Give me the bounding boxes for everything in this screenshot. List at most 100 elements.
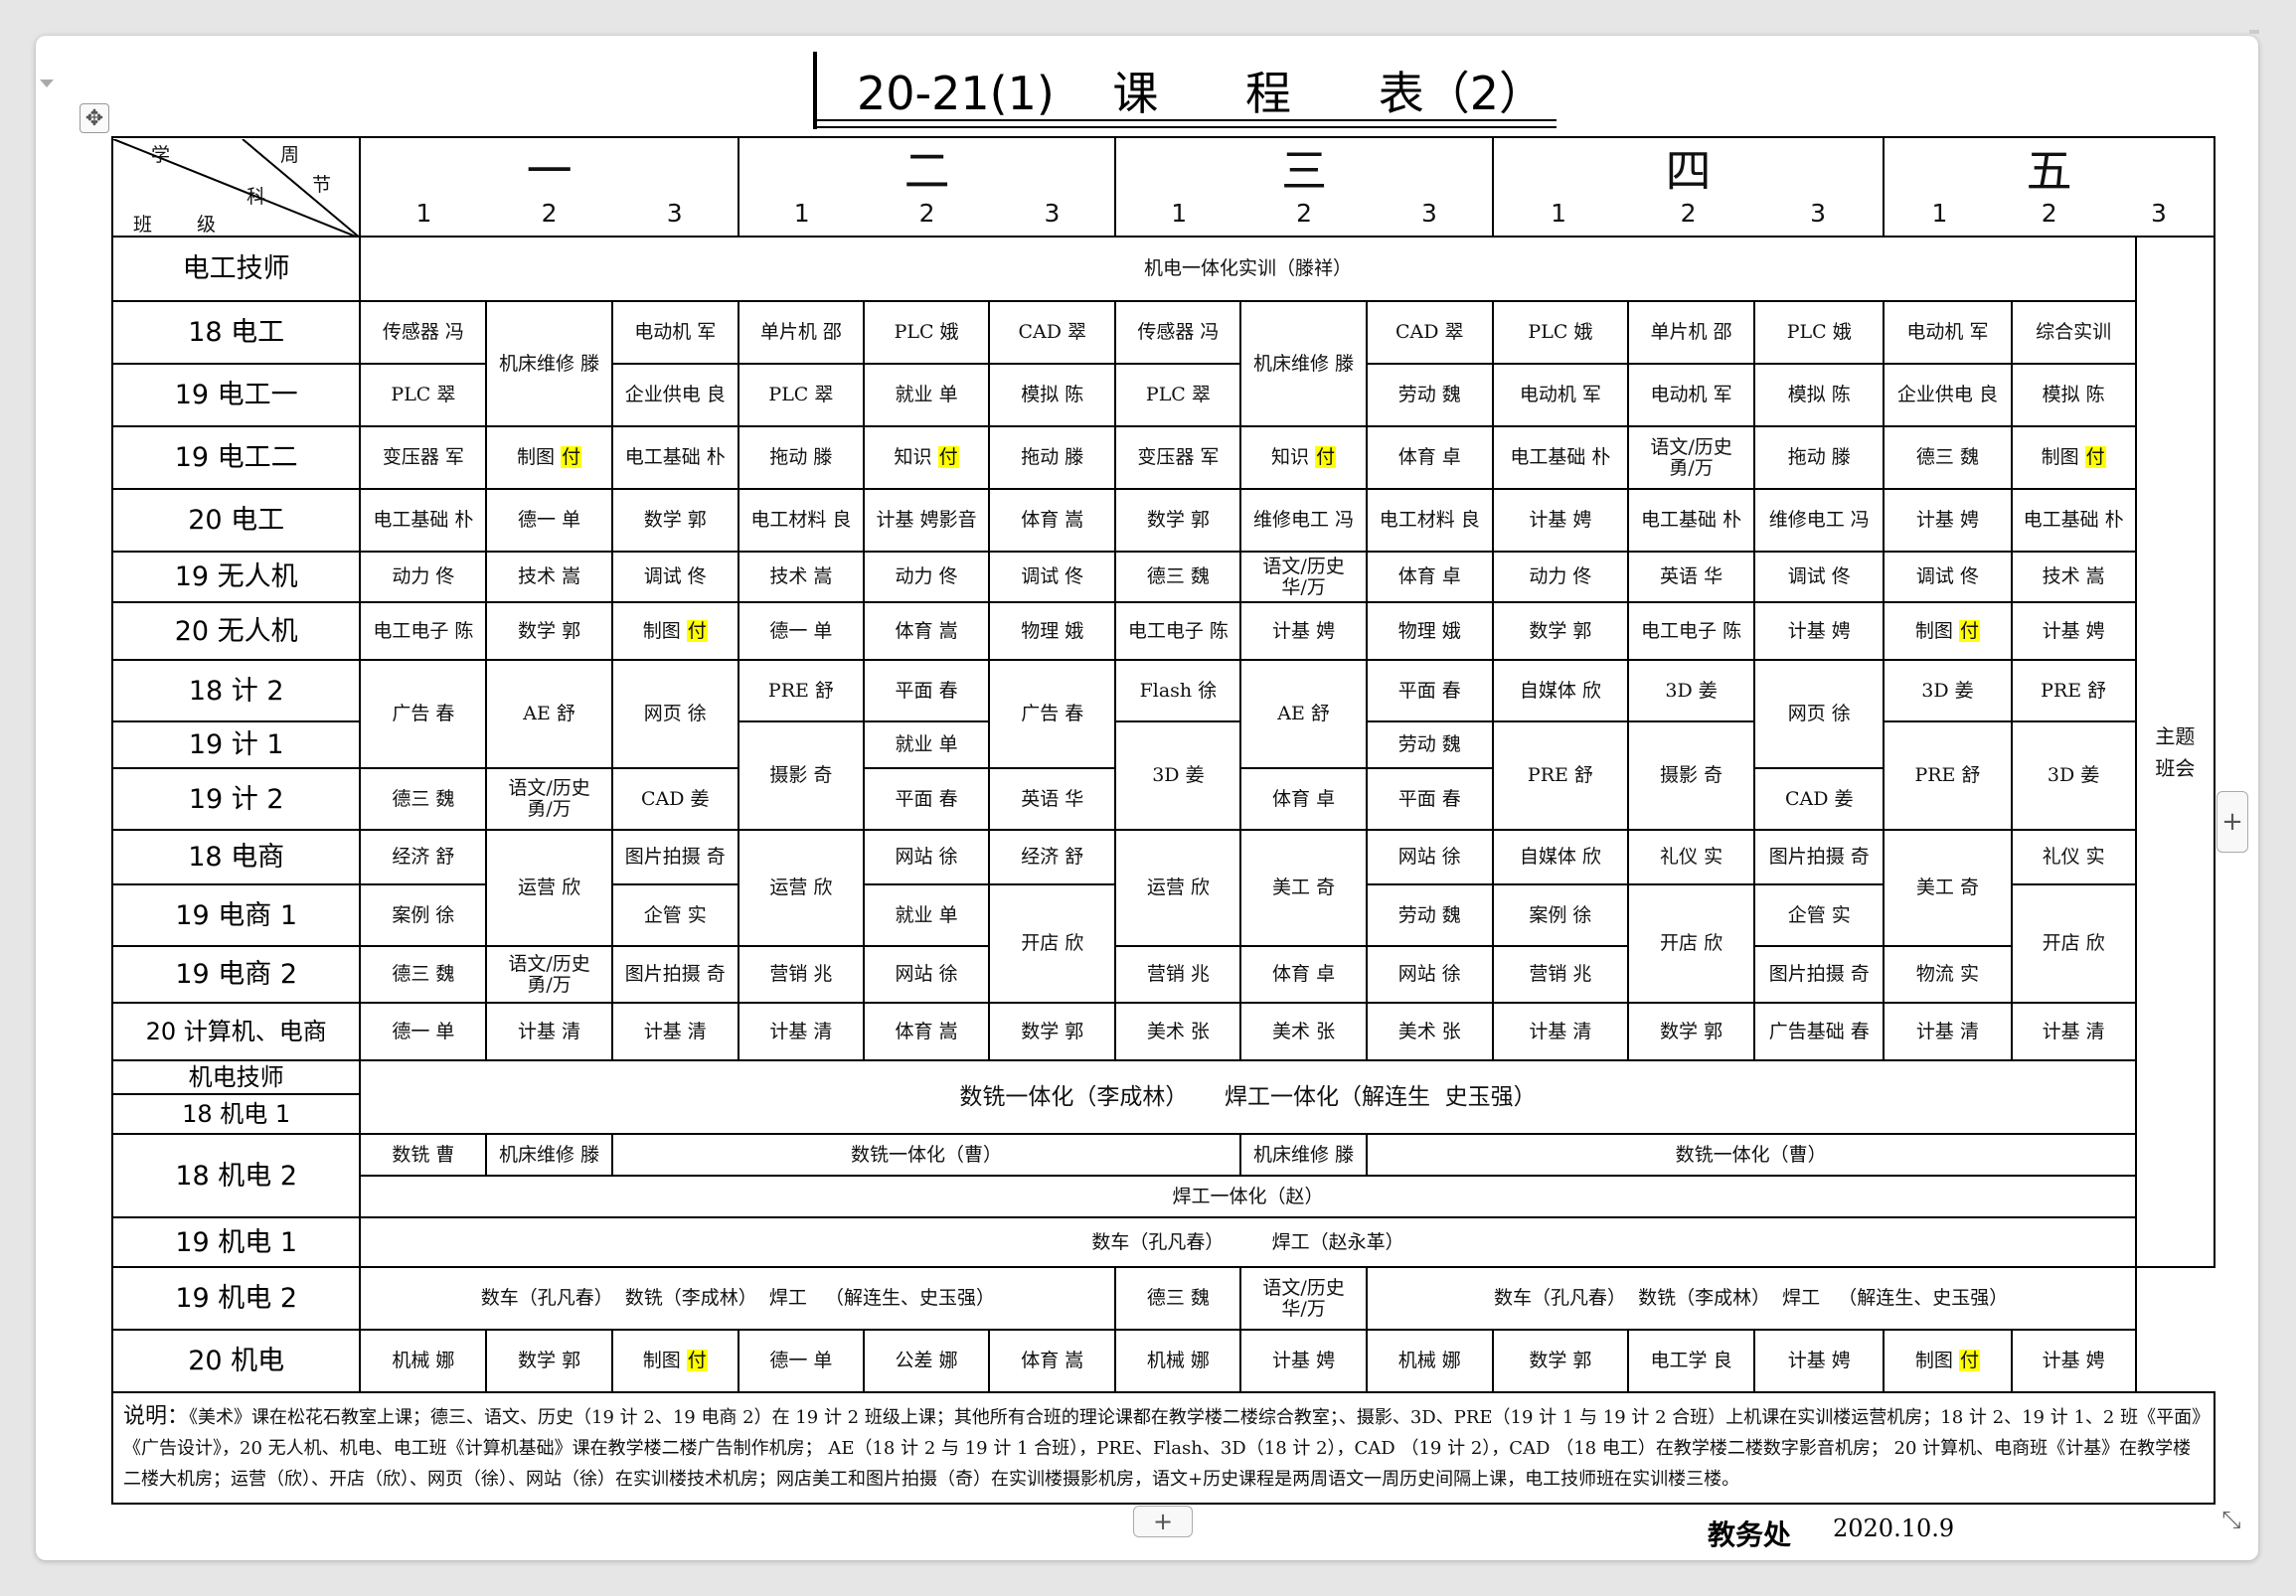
course-cell: 知识 付 <box>1239 425 1368 490</box>
course-cell: PLC 娥 <box>1491 300 1630 365</box>
class-label: 20 计算机、电商 <box>110 1002 362 1061</box>
highlight-mark: 付 <box>937 446 959 468</box>
course-cell: 调试 佟 <box>610 551 739 603</box>
course-cell: 拖动 滕 <box>1753 425 1886 490</box>
course-cell: 物理 娥 <box>1365 601 1494 661</box>
course-cell: 摄影 奇 <box>1626 720 1756 831</box>
course-cell: 美工 奇 <box>1239 829 1368 947</box>
course-cell: 模拟 陈 <box>2010 363 2137 427</box>
course-cell: 计基 娉 <box>2010 1329 2137 1393</box>
class-label: 20 电工 <box>110 488 362 553</box>
table-row: 机电技师 数铣一体化（李成林） 焊工一体化（解连生 史玉强） <box>110 1059 2214 1135</box>
course-cell: 计基 清 <box>1491 1002 1630 1061</box>
header-xue: 学 <box>151 144 171 166</box>
course-cell: 机床维修 滕 <box>1239 1133 1368 1177</box>
course-cell: PRE 舒 <box>737 659 865 722</box>
course-cell: 数学 郭 <box>1491 1329 1630 1393</box>
course-cell: 自媒体 欣 <box>1491 829 1630 885</box>
day-header-wed: 三123 <box>1114 136 1494 238</box>
course-cell: 语文/历史勇/万 <box>485 945 613 1004</box>
course-cell: 图片拍摄 奇 <box>610 829 739 885</box>
course-cell: 电工材料 良 <box>1365 488 1494 553</box>
course-cell: AE 舒 <box>485 659 613 769</box>
course-cell: 体育 嵩 <box>862 601 991 661</box>
course-cell: 英语 华 <box>988 767 1117 831</box>
course-cell: 广告 春 <box>988 659 1117 769</box>
class-label: 18 电工 <box>110 300 362 365</box>
course-cell: 营销 兆 <box>737 945 865 1004</box>
course-cell: 德一 单 <box>737 601 865 661</box>
course-cell: 网站 徐 <box>1365 945 1494 1004</box>
course-cell: 制图 付 <box>485 425 613 490</box>
course-cell: 物流 实 <box>1883 945 2013 1004</box>
text-cursor <box>813 52 817 129</box>
course-cell: 营销 兆 <box>1114 945 1242 1004</box>
course-cell: 体育 卓 <box>1239 767 1368 831</box>
class-label: 19 机电 2 <box>110 1266 362 1331</box>
table-row: 20 机电 机械 娜 数学 郭 制图 付 德一 单 公差 娜 体育 嵩 机械 娜… <box>110 1329 2214 1393</box>
course-cell: 计基 娉影音 <box>862 488 991 553</box>
course-cell: 体育 卓 <box>1365 425 1494 490</box>
table-row: 20 无人机 电工电子 陈 数学 郭 制图 付 德一 单 体育 嵩 物理 娥 电… <box>110 601 2214 661</box>
course-cell: 电工电子 陈 <box>1626 601 1756 661</box>
course-cell: 开店 欣 <box>988 883 1117 1004</box>
course-cell: AE 舒 <box>1239 659 1368 769</box>
course-cell: 企业供电 良 <box>610 363 739 427</box>
class-label: 电工技师 <box>110 236 362 302</box>
course-cell: 技术 嵩 <box>2010 551 2137 603</box>
course-cell: 维修电工 冯 <box>1239 488 1368 553</box>
table-row: 焊工一体化（赵） <box>112 1175 2214 1218</box>
class-label: 机电技师 <box>110 1059 362 1095</box>
header-row: 学 周 节 科 班 级 一123 二123 三123 四123 五123 <box>110 136 2215 238</box>
course-cell: 体育 嵩 <box>988 488 1117 553</box>
course-cell: 图片拍摄 奇 <box>1753 945 1886 1004</box>
course-cell: 体育 嵩 <box>988 1329 1117 1393</box>
course-cell: 计基 清 <box>2010 1002 2137 1061</box>
course-cell: 公差 娜 <box>862 1329 991 1393</box>
course-cell: 数铣一体化（李成林） 焊工一体化（解连生 史玉强） <box>359 1059 2137 1135</box>
course-cell: 运营 欣 <box>485 829 613 947</box>
course-cell: 图片拍摄 奇 <box>610 945 739 1004</box>
table-resize-icon[interactable]: ⤡ <box>2216 1505 2246 1534</box>
title-underline-2 <box>813 126 1557 128</box>
course-cell: 模拟 陈 <box>988 363 1117 427</box>
theme-meeting-cell: 主题班会 <box>2134 236 2216 1268</box>
course-cell: 数铣一体化（曹） <box>610 1133 1242 1177</box>
collapse-triangle-icon[interactable] <box>40 80 54 87</box>
course-cell: 数学 郭 <box>988 1002 1117 1061</box>
highlight-mark: 付 <box>686 1350 708 1371</box>
course-cell: 机械 娜 <box>1365 1329 1494 1393</box>
class-label: 20 机电 <box>110 1329 362 1393</box>
course-cell: 计基 清 <box>610 1002 739 1061</box>
course-cell: 数学 郭 <box>1114 488 1242 553</box>
course-cell: 平面 春 <box>862 659 991 722</box>
day-header-fri: 五123 <box>1883 136 2215 238</box>
course-cell: 电工基础 朴 <box>359 488 488 553</box>
course-cell: 物理 娥 <box>988 601 1117 661</box>
course-cell: 运营 欣 <box>737 829 865 947</box>
table-row: 20 计算机、电商 德一 单 计基 清 计基 清 计基 清 体育 嵩 数学 郭 … <box>110 1002 2214 1061</box>
course-cell: 电工学 良 <box>1626 1329 1756 1393</box>
add-column-plus-icon[interactable]: + <box>2216 791 2248 853</box>
course-cell: 礼仪 实 <box>2010 829 2137 885</box>
course-cell: 数车（孔凡春） 数铣（李成林） 焊工 （解连生、史玉强） <box>1365 1266 2137 1331</box>
course-cell: 拖动 滕 <box>737 425 865 490</box>
course-cell: 计基 娉 <box>2010 601 2137 661</box>
table-row: 19 机电 2 数车（孔凡春） 数铣（李成林） 焊工 （解连生、史玉强） 德三 … <box>110 1266 2214 1331</box>
ruler-mark <box>2249 30 2259 34</box>
course-cell: 计基 娉 <box>1753 1329 1886 1393</box>
course-cell: PLC 娥 <box>862 300 991 365</box>
course-cell: 数铣一体化（曹） <box>1365 1133 2137 1177</box>
course-cell: 就业 单 <box>862 883 991 947</box>
table-move-handle-icon[interactable]: ✥ <box>80 103 109 133</box>
course-cell: 体育 嵩 <box>862 1002 991 1061</box>
table-row: 20 电工 电工基础 朴 德一 单 数学 郭 电工材料 良 计基 娉影音 体育 … <box>110 488 2214 553</box>
course-cell: 3D 姜 <box>2010 720 2137 831</box>
course-cell: 劳动 魏 <box>1365 363 1494 427</box>
course-cell: 数学 郭 <box>485 1329 613 1393</box>
course-cell: 企管 实 <box>610 883 739 947</box>
course-cell: 知识 付 <box>862 425 991 490</box>
class-label: 19 电商 1 <box>110 883 362 947</box>
course-cell: 案例 徐 <box>1491 883 1630 947</box>
add-row-plus-icon[interactable]: + <box>1133 1506 1193 1537</box>
